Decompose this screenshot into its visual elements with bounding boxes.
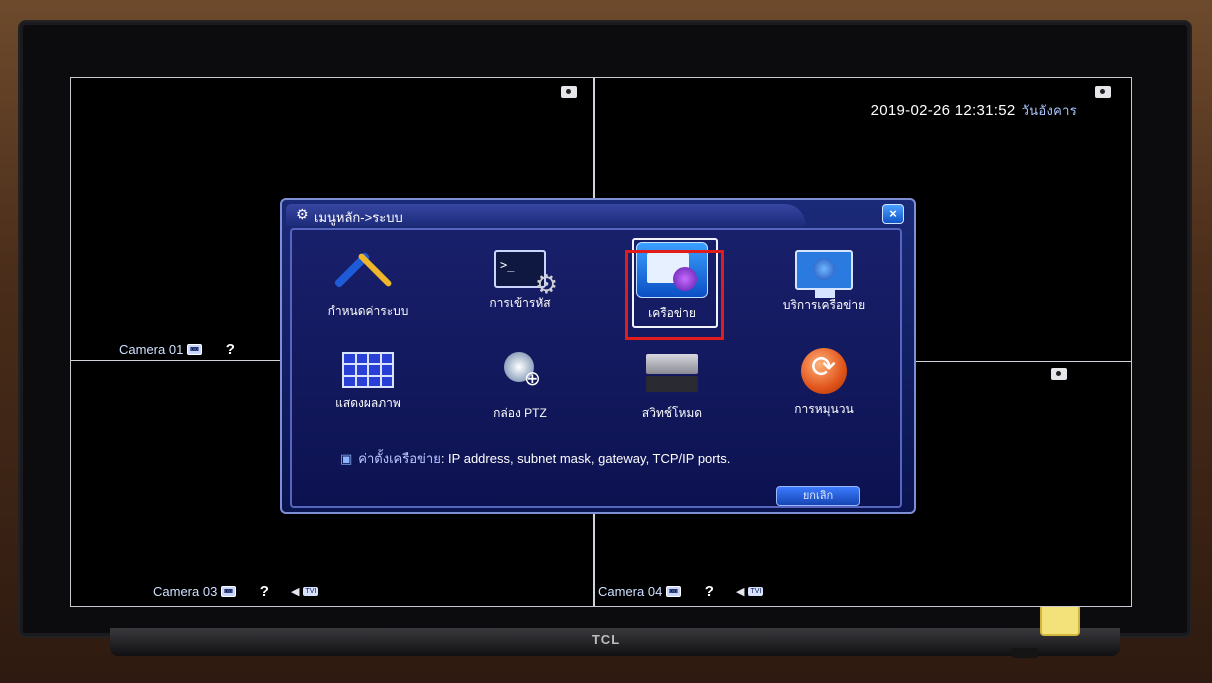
ptz-camera-icon xyxy=(490,346,550,398)
gear-icon: ⚙ xyxy=(296,206,309,222)
close-button[interactable]: × xyxy=(882,204,904,224)
hint-description: : IP address, subnet mask, gateway, TCP/… xyxy=(440,451,731,466)
system-menu-dialog: ⚙ เมนูหลัก->ระบบ × กำหนดค่าระบบ การเข้าร… xyxy=(280,198,916,514)
camera-label: Camera 04 xyxy=(598,584,663,599)
record-icon: ◙◙ xyxy=(187,344,202,355)
cycle-icon xyxy=(801,348,847,394)
menu-item-display[interactable]: แสดงผลภาพ xyxy=(292,338,444,434)
record-icon: ◙◙ xyxy=(666,586,681,597)
snapshot-icon[interactable] xyxy=(1051,368,1067,380)
tv-power-buttons xyxy=(1012,648,1038,658)
hint-text: ▣ ค่าตั้งเครือข่าย: IP address, subnet ma… xyxy=(340,450,810,468)
globe-monitor-icon xyxy=(795,250,853,298)
network-highlight-annotation xyxy=(625,250,724,340)
camera-01-label-group[interactable]: Camera 01 ◙◙ ? xyxy=(119,341,235,358)
no-signal-icon: ? xyxy=(225,341,235,358)
menu-item-label: สวิทช์โหมด xyxy=(641,406,703,420)
display-grid-icon xyxy=(342,352,394,388)
record-icon: ◙◙ xyxy=(221,586,236,597)
snapshot-icon[interactable] xyxy=(561,86,577,98)
terminal-gear-icon xyxy=(494,250,558,300)
no-signal-icon: ? xyxy=(704,583,714,600)
tools-icon xyxy=(338,244,398,296)
osd-datetime: 2019-02-26 12:31:52 วันอังคาร xyxy=(871,100,1077,121)
menu-item-cycle[interactable]: การหมุนวน xyxy=(748,338,900,434)
switch-mode-icon xyxy=(642,346,702,398)
menu-item-switch-mode[interactable]: สวิทช์โหมด xyxy=(596,338,748,434)
menu-item-label: กำหนดค่าระบบ xyxy=(327,304,409,318)
camera-04-label-group[interactable]: Camera 04 ◙◙ ? ◀ TVI xyxy=(598,583,764,600)
dialog-title: เมนูหลัก->ระบบ xyxy=(314,210,403,225)
snapshot-icon[interactable] xyxy=(1095,86,1111,98)
speaker-muted-icon[interactable]: ◀ xyxy=(736,585,744,598)
menu-item-label: การหมุนวน xyxy=(794,402,854,416)
menu-item-label: กล่อง PTZ xyxy=(493,406,547,420)
hint-key: ค่าตั้งเครือข่าย xyxy=(358,451,441,466)
menu-grid: กำหนดค่าระบบ การเข้ารหัส เครือข่าย บริกา… xyxy=(292,236,900,434)
menu-item-label: แสดงผลภาพ xyxy=(335,396,401,410)
cancel-button[interactable]: ยกเลิก xyxy=(776,486,860,506)
tv-brand-logo: TCL xyxy=(591,632,621,647)
menu-item-network-service[interactable]: บริการเครือข่าย xyxy=(748,236,900,332)
osd-date-time: 2019-02-26 12:31:52 xyxy=(870,102,1016,119)
camera-label: Camera 03 xyxy=(153,584,218,599)
no-signal-icon: ? xyxy=(259,583,269,600)
menu-item-encoding[interactable]: การเข้ารหัส xyxy=(444,236,596,332)
camera-03-label-group[interactable]: Camera 03 ◙◙ ? ◀ TVI xyxy=(153,583,319,600)
speaker-muted-icon[interactable]: ◀ xyxy=(291,585,299,598)
dialog-body: กำหนดค่าระบบ การเข้ารหัส เครือข่าย บริกา… xyxy=(290,228,902,508)
tvi-badge: TVI xyxy=(303,587,319,596)
tvi-badge: TVI xyxy=(748,587,764,596)
info-icon: ▣ xyxy=(340,451,353,466)
menu-item-system-settings[interactable]: กำหนดค่าระบบ xyxy=(292,236,444,332)
camera-label: Camera 01 xyxy=(119,342,184,357)
dialog-title-bar: ⚙ เมนูหลัก->ระบบ xyxy=(286,204,806,226)
osd-weekday: วันอังคาร xyxy=(1021,103,1077,118)
menu-item-ptz[interactable]: กล่อง PTZ xyxy=(444,338,596,434)
menu-item-label: บริการเครือข่าย xyxy=(782,298,866,312)
